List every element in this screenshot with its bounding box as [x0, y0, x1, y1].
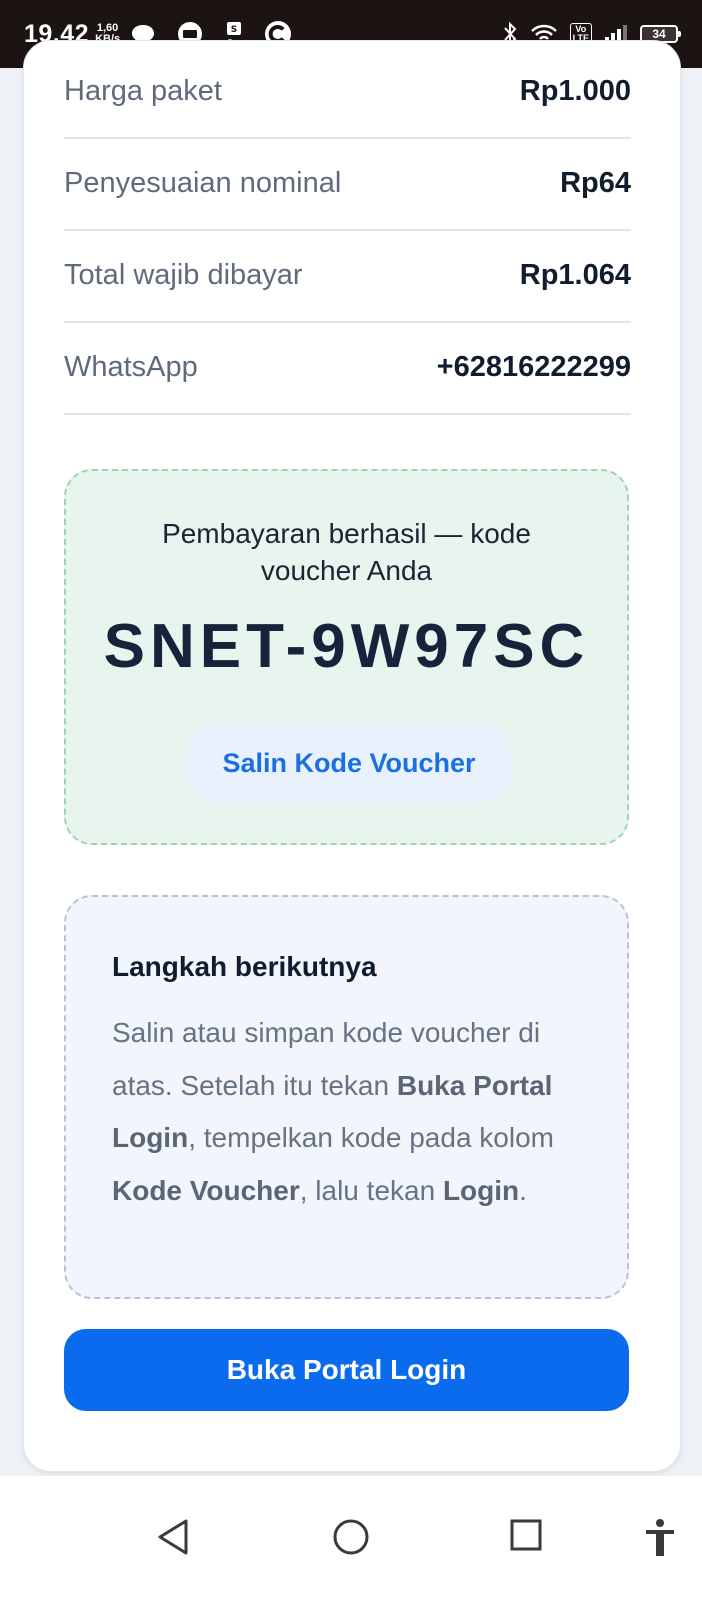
- home-icon[interactable]: [332, 1518, 370, 1556]
- summary-label: Total wajib dibayar: [64, 258, 303, 291]
- voucher-success-box: Pembayaran berhasil — kode voucher Anda …: [64, 469, 629, 845]
- next-steps-title: Langkah berikutnya: [112, 951, 377, 982]
- summary-value: Rp1.000: [519, 74, 631, 107]
- recents-icon[interactable]: [509, 1518, 543, 1552]
- summary-value: Rp1.064: [519, 258, 631, 291]
- summary-value: Rp64: [560, 166, 631, 199]
- voucher-caption: Pembayaran berhasil — kode voucher Anda: [162, 518, 531, 586]
- summary-label: Harga paket: [64, 74, 222, 107]
- summary-row-total: Total wajib dibayar Rp1.064: [64, 229, 631, 323]
- summary-row-whatsapp: WhatsApp +62816222299: [64, 321, 631, 415]
- steps-text-part: , lalu tekan: [299, 1174, 443, 1206]
- back-icon[interactable]: [156, 1518, 190, 1556]
- steps-bold-login: Login: [442, 1174, 520, 1206]
- accessibility-icon[interactable]: [644, 1518, 676, 1558]
- summary-label: Penyesuaian nominal: [64, 166, 342, 199]
- summary-row-package-price: Harga paket Rp1.000: [64, 45, 631, 139]
- copy-voucher-button[interactable]: Salin Kode Voucher: [187, 723, 511, 803]
- voucher-code[interactable]: SNET-9W97SC: [66, 611, 627, 682]
- svg-text:S: S: [231, 25, 237, 35]
- payment-summary-card: Harga paket Rp1.000 Penyesuaian nominal …: [23, 40, 681, 1472]
- summary-row-adjustment: Penyesuaian nominal Rp64: [64, 137, 631, 231]
- next-steps-box: Langkah berikutnya Salin atau simpan kod…: [64, 895, 629, 1299]
- steps-bold-voucher-field: Kode Voucher: [112, 1174, 300, 1206]
- open-portal-login-button[interactable]: Buka Portal Login: [64, 1329, 629, 1411]
- steps-text-part: , tempelkan kode pada kolom: [188, 1122, 554, 1153]
- battery-level: 34: [652, 27, 666, 41]
- steps-text-part: .: [519, 1174, 527, 1206]
- next-steps-text: Salin atau simpan kode voucher di atas. …: [112, 1007, 597, 1217]
- summary-label: WhatsApp: [64, 350, 198, 383]
- summary-value: +62816222299: [436, 350, 631, 383]
- navigation-bar: [0, 1476, 702, 1600]
